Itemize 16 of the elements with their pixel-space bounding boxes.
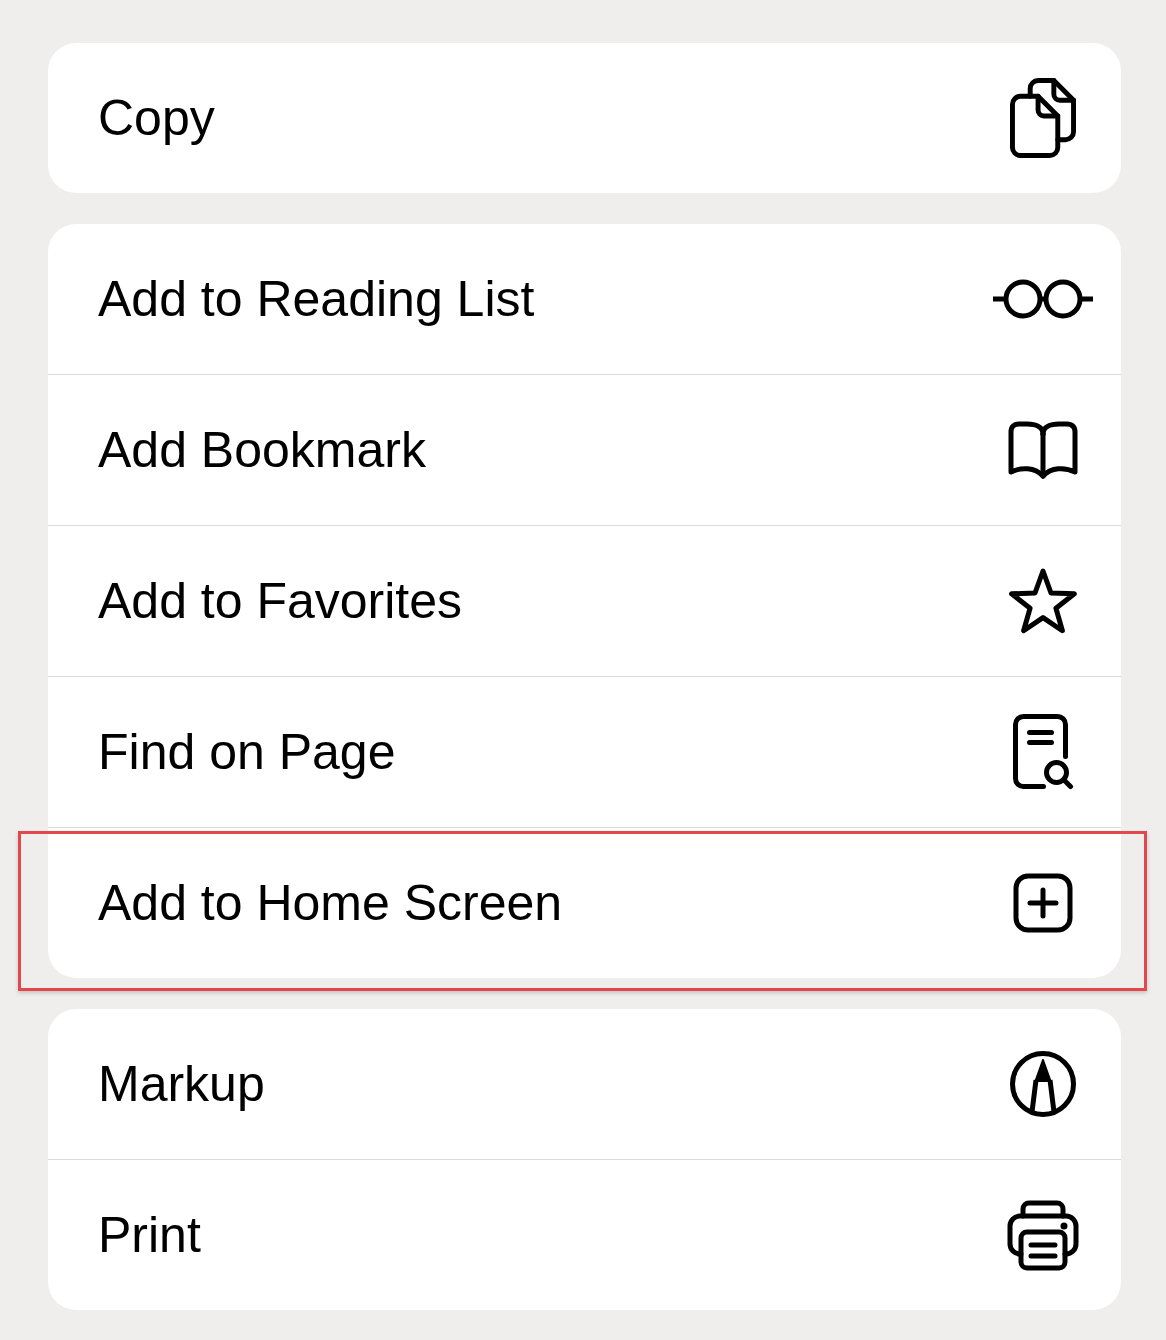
menu-item[interactable]: Add to Home Screen — [48, 828, 1121, 978]
menu-item[interactable]: Print — [48, 1160, 1121, 1310]
printer-icon — [1007, 1199, 1079, 1271]
star-icon — [1007, 568, 1079, 634]
menu-item[interactable]: Add Bookmark — [48, 375, 1121, 525]
glasses-icon — [993, 278, 1093, 320]
document-search-icon — [1012, 714, 1074, 790]
book-icon — [1007, 420, 1079, 480]
menu-item[interactable]: Add to Reading List — [48, 224, 1121, 374]
pencil-circle-icon — [1010, 1051, 1076, 1117]
plus-square-icon — [1013, 873, 1073, 933]
menu-item[interactable]: Find on Page — [48, 677, 1121, 827]
copy-icon — [1010, 78, 1076, 158]
menu-item[interactable]: Markup — [48, 1009, 1121, 1159]
menu-item[interactable]: Add to Favorites — [48, 526, 1121, 676]
menu-item[interactable]: Copy — [48, 43, 1121, 193]
